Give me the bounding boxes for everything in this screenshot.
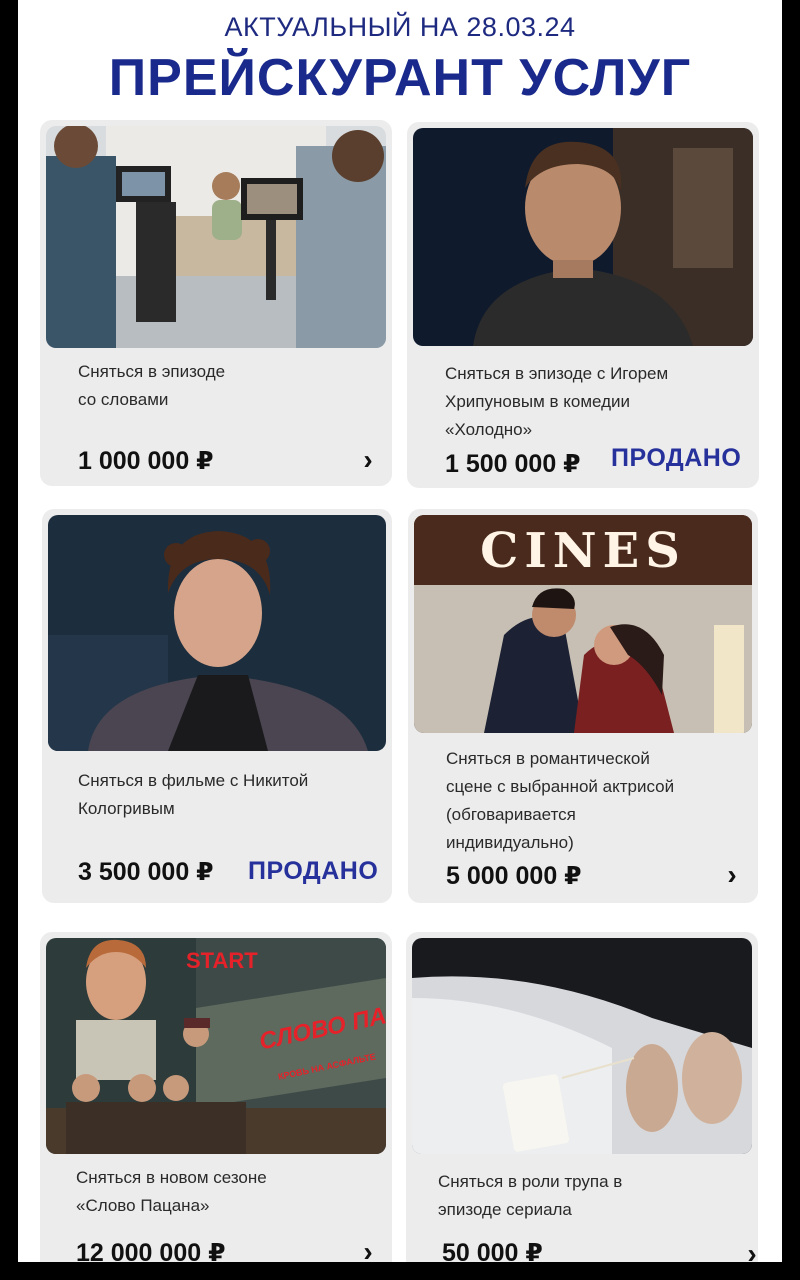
service-card-episode-with-khripunov[interactable]: Сняться в эпизоде с Игорем Хрипуновым в … <box>407 122 759 488</box>
romantic-scene-photo: CINES <box>414 515 752 733</box>
service-card-slovo-patsana[interactable]: START СЛОВО ПАЦАНА КРОВЬ НА АСФАЛЬТЕ Сня… <box>40 932 392 1262</box>
service-description: Сняться в фильме с Никитой Кологривым <box>78 771 309 818</box>
service-description: Сняться в романтической сцене с выбранно… <box>446 749 675 852</box>
service-price: 50 000 ₽ <box>442 1239 543 1262</box>
series-poster-photo: START СЛОВО ПАЦАНА КРОВЬ НА АСФАЛЬТЕ <box>46 938 386 1154</box>
actor-on-stage-photo <box>48 515 386 751</box>
service-price: 5 000 000 ₽ <box>446 862 582 890</box>
page-title: ПРЕЙСКУРАНТ УСЛУГ <box>108 49 692 107</box>
service-card-corpse-role[interactable]: Сняться в роли трупа в эпизоде сериала 5… <box>406 932 758 1262</box>
chevron-right-icon[interactable]: › <box>356 446 380 474</box>
service-price: 1 000 000 ₽ <box>78 447 214 475</box>
price-list-page: АКТУАЛЬНЫЙ НА 28.03.24 ПРЕЙСКУРАНТ УСЛУГ <box>18 0 782 1262</box>
service-card-film-with-kologrivy[interactable]: Сняться в фильме с Никитой Кологривым 3 … <box>42 509 392 903</box>
price-list-date: АКТУАЛЬНЫЙ НА 28.03.24 <box>224 12 576 42</box>
actor-portrait-photo <box>413 128 753 346</box>
service-card-episode-with-lines[interactable]: Сняться в эпизоде со словами 1 000 000 ₽… <box>40 120 392 486</box>
service-price: 3 500 000 ₽ <box>78 858 214 886</box>
service-description: Сняться в новом сезоне «Слово Пацана» <box>76 1168 267 1215</box>
chevron-right-icon[interactable]: › <box>740 1240 758 1263</box>
chevron-right-icon[interactable]: › <box>356 1238 380 1263</box>
sold-badge: ПРОДАНО <box>248 857 379 885</box>
poster-start-text: START <box>186 948 258 973</box>
sold-badge: ПРОДАНО <box>611 444 742 472</box>
service-description: Сняться в эпизоде с Игорем Хрипуновым в … <box>445 364 669 439</box>
service-price: 12 000 000 ₽ <box>76 1239 226 1262</box>
film-crew-on-set-photo <box>46 126 386 348</box>
service-description: Сняться в эпизоде со словами <box>78 362 226 409</box>
chevron-right-icon[interactable]: › <box>720 861 744 889</box>
cines-sign-text: CINES <box>480 523 686 579</box>
service-description: Сняться в роли трупа в эпизоде сериала <box>438 1172 623 1219</box>
corpse-with-toe-tag-photo <box>412 938 752 1154</box>
service-price: 1 500 000 ₽ <box>445 450 581 478</box>
service-card-romantic-scene[interactable]: CINES Сняться в романтической сцене с вы… <box>408 509 758 903</box>
